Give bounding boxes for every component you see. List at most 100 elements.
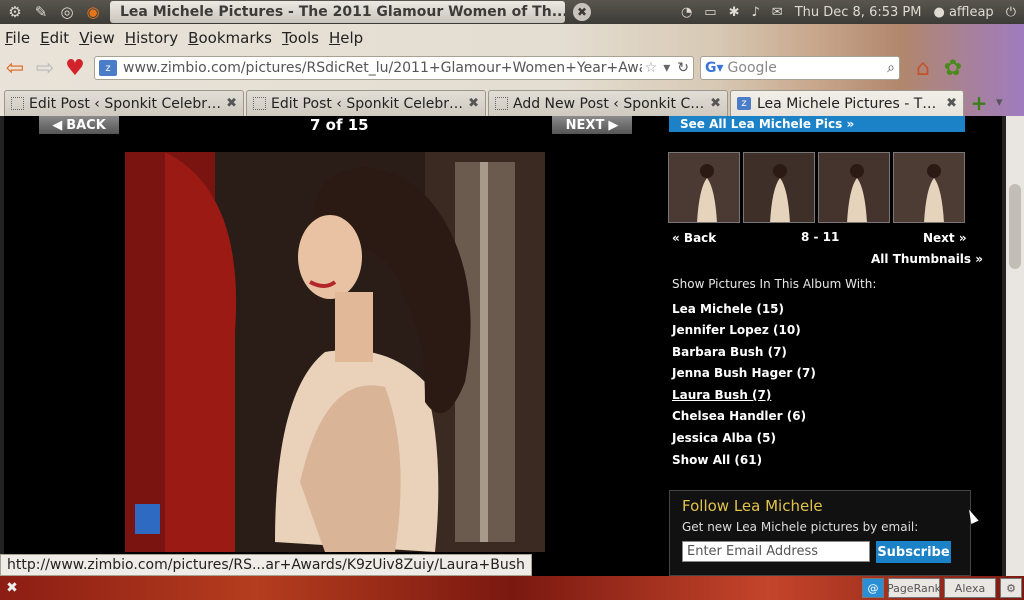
main-photo[interactable]	[125, 152, 545, 552]
page-content: ◀ BACK 7 of 15 NEXT ▶ See All Lea Michel…	[0, 116, 1006, 576]
addon-icon[interactable]: ✿	[938, 54, 968, 82]
thumbnails-next-link[interactable]: Next »	[923, 231, 967, 245]
menu-edit[interactable]: Edit	[35, 29, 74, 47]
tab-list-icon[interactable]: ▾	[996, 95, 1003, 110]
window-title-text: Lea Michele Pictures - The 2011 Glamour …	[120, 4, 565, 20]
tab-active[interactable]: z Lea Michele Pictures - The ... ✖	[730, 90, 964, 116]
search-placeholder: Google	[727, 60, 777, 76]
thumbnail[interactable]	[818, 152, 890, 223]
home-icon[interactable]: ⌂	[908, 54, 938, 82]
forward-arrow-icon[interactable]: ⇨	[30, 54, 60, 82]
album-item[interactable]: Jennifer Lopez (10)	[672, 323, 801, 337]
thumbnail-image	[669, 153, 739, 222]
chrome-icon[interactable]: ◎	[56, 1, 78, 23]
ubuntu-logo-icon[interactable]: ⚙	[4, 1, 26, 23]
site-identity-icon[interactable]: z	[99, 60, 117, 76]
back-arrow-icon[interactable]: ⇦	[0, 54, 30, 82]
next-button-label: NEXT	[565, 117, 605, 133]
close-addon-bar-icon[interactable]: ✖	[0, 580, 24, 596]
thumbnail[interactable]	[668, 152, 740, 223]
system-tray: ◔ ▭ ✱ ♪ ✉ Thu Dec 8, 6:53 PM ● affleap ⏻	[681, 5, 1024, 20]
back-button[interactable]: ◀ BACK	[39, 116, 119, 134]
triangle-left-icon: ◀	[52, 117, 63, 133]
reload-icon[interactable]: ↻	[673, 60, 693, 76]
tab-label: Edit Post ‹ Sponkit Celebrit...	[271, 95, 465, 112]
thumbnail-image	[819, 153, 889, 222]
bluetooth-icon[interactable]: ✱	[729, 5, 740, 20]
album-item-hovered[interactable]: Laura Bush (7)	[672, 388, 771, 402]
navigation-bar: ⇦ ⇨ ♥ z www.zimbio.com/pictures/RSdicRet…	[0, 52, 1024, 84]
notepad-icon[interactable]: ✎	[30, 1, 52, 23]
see-all-link[interactable]: See All Lea Michele Pics »	[669, 116, 965, 132]
heart-icon[interactable]: ♥	[60, 54, 90, 82]
menu-view[interactable]: View	[74, 29, 120, 47]
browser-chrome: File Edit View History Bookmarks Tools H…	[0, 24, 1024, 116]
thumbnail-image	[894, 153, 964, 222]
subscribe-button[interactable]: Subscribe	[876, 541, 951, 563]
next-button[interactable]: NEXT ▶	[552, 116, 632, 134]
menu-help[interactable]: Help	[324, 29, 368, 47]
tab-close-icon[interactable]: ✖	[468, 96, 479, 111]
thumbnail-image	[744, 153, 814, 222]
new-tab-button[interactable]: +	[966, 90, 992, 116]
tab-close-icon[interactable]: ✖	[226, 96, 237, 111]
tab[interactable]: Edit Post ‹ Sponkit Celebrit... ✖	[4, 90, 244, 116]
menubar: File Edit View History Bookmarks Tools H…	[0, 24, 1024, 52]
tab[interactable]: Edit Post ‹ Sponkit Celebrit... ✖	[246, 90, 486, 116]
back-button-label: BACK	[66, 117, 106, 133]
tab-close-icon[interactable]: ✖	[946, 96, 957, 111]
album-item[interactable]: Jessica Alba (5)	[672, 431, 776, 445]
thumbnails-range: 8 - 11	[801, 230, 840, 244]
album-item[interactable]: Chelsea Handler (6)	[672, 409, 806, 423]
google-icon[interactable]: G▾	[705, 60, 724, 76]
dropdown-icon[interactable]: ▾	[660, 60, 673, 76]
wifi-icon[interactable]: ◔	[681, 5, 692, 20]
thumbnail[interactable]	[743, 152, 815, 223]
tab-favicon: z	[737, 97, 751, 110]
alexa-addon[interactable]: Alexa	[944, 578, 996, 598]
thumbnail[interactable]	[893, 152, 965, 223]
top-panel: ⚙ ✎ ◎ ◉ Lea Michele Pictures - The 2011 …	[0, 0, 1024, 24]
tab-favicon	[495, 97, 508, 110]
firefox-icon[interactable]: ◉	[82, 1, 104, 23]
menu-bookmarks[interactable]: Bookmarks	[183, 29, 277, 47]
menu-history[interactable]: History	[120, 29, 183, 47]
scrollbar[interactable]	[1006, 116, 1024, 576]
url-bar[interactable]: z www.zimbio.com/pictures/RSdicRet_lu/20…	[94, 56, 694, 80]
album-item[interactable]: Barbara Bush (7)	[672, 345, 787, 359]
tab-label: Edit Post ‹ Sponkit Celebrit...	[29, 95, 223, 112]
mail-icon[interactable]: ✉	[772, 5, 783, 20]
all-thumbnails-link[interactable]: All Thumbnails »	[871, 252, 983, 266]
show-all-link[interactable]: Show All (61)	[672, 453, 762, 467]
settings-gear-icon[interactable]: ⚙	[1000, 578, 1022, 598]
battery-icon[interactable]: ▭	[704, 5, 716, 20]
power-icon[interactable]: ⏻	[1006, 5, 1016, 20]
email-field[interactable]	[682, 541, 870, 562]
menu-file[interactable]: File	[0, 29, 35, 47]
clock[interactable]: Thu Dec 8, 6:53 PM	[795, 5, 922, 20]
photo-counter: 7 of 15	[310, 116, 369, 134]
follow-title: Follow Lea Michele	[682, 497, 823, 515]
user-menu[interactable]: ● affleap	[933, 5, 993, 20]
url-text[interactable]: www.zimbio.com/pictures/RSdicRet_lu/2011…	[123, 60, 642, 76]
volume-icon[interactable]: ♪	[751, 5, 759, 20]
search-icon[interactable]: ⌕	[887, 60, 899, 76]
tab[interactable]: Add New Post ‹ Sponkit Cel... ✖	[488, 90, 728, 116]
scrollbar-thumb[interactable]	[1009, 184, 1021, 269]
tab-label: Lea Michele Pictures - The ...	[757, 95, 943, 112]
bookmark-star-icon[interactable]: ☆	[642, 60, 661, 76]
thumbnails-back-link[interactable]: « Back	[672, 231, 716, 245]
at-sign-icon[interactable]: @	[862, 578, 884, 598]
pagerank-addon[interactable]: PageRank	[887, 578, 941, 598]
search-bar[interactable]: G▾ Google ⌕	[700, 56, 900, 80]
tab-bar: Edit Post ‹ Sponkit Celebrit... ✖ Edit P…	[0, 84, 1024, 116]
follow-box: Follow Lea Michele Get new Lea Michele p…	[669, 490, 971, 576]
tab-close-icon[interactable]: ✖	[710, 96, 721, 111]
album-item[interactable]: Jenna Bush Hager (7)	[672, 366, 816, 380]
album-item[interactable]: Lea Michele (15)	[672, 302, 784, 316]
album-filter-title: Show Pictures In This Album With:	[672, 277, 877, 291]
window-close-button[interactable]: ✖	[573, 3, 591, 21]
addon-bar: ✖ @ PageRank Alexa ⚙	[0, 576, 1024, 600]
triangle-right-icon: ▶	[608, 117, 619, 133]
menu-tools[interactable]: Tools	[277, 29, 324, 47]
